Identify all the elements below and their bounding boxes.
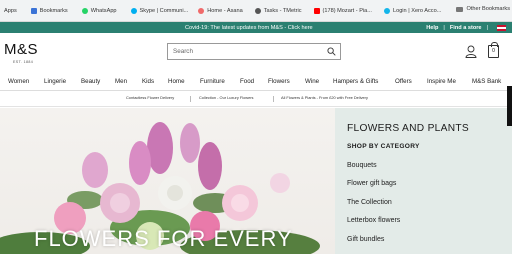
nav-item-inspire-me[interactable]: Inspire Me xyxy=(427,78,456,85)
hero-headline: FLOWERS FOR EVERY xyxy=(34,226,293,251)
nav-item-ms-bank[interactable]: M&S Bank xyxy=(472,78,501,85)
divider xyxy=(273,96,274,102)
feedback-tab[interactable] xyxy=(507,86,512,126)
bookmark-tmetric[interactable]: Tasks - TMetric xyxy=(254,7,302,14)
category-link-letterbox-flowers[interactable]: Letterbox flowers xyxy=(347,217,400,224)
nav-item-furniture[interactable]: Furniture xyxy=(200,78,225,85)
bag-count: 0 xyxy=(492,48,495,54)
divider xyxy=(190,96,191,102)
skype-icon xyxy=(130,7,137,14)
bookmark-asana[interactable]: Home - Asana xyxy=(198,7,243,14)
uk-flag-icon[interactable] xyxy=(497,24,506,31)
star-icon xyxy=(30,7,37,14)
nav-item-hampers-gifts[interactable]: Hampers & Gifts xyxy=(333,78,378,85)
nav-item-kids[interactable]: Kids xyxy=(142,78,154,85)
divider: | xyxy=(443,24,445,31)
youtube-icon xyxy=(313,7,320,14)
ms-logo[interactable]: M&S xyxy=(4,41,38,58)
find-store-link[interactable]: Find a store xyxy=(450,25,482,31)
bookmark-label: Tasks - TMetric xyxy=(263,7,302,14)
search-icon[interactable] xyxy=(327,47,336,56)
bookmark-label: WhatsApp xyxy=(90,7,117,14)
nav-item-wine[interactable]: Wine xyxy=(305,78,319,85)
folder-icon xyxy=(456,6,464,12)
help-link[interactable]: Help xyxy=(426,25,438,31)
xero-icon xyxy=(383,7,390,14)
shopping-bag-icon[interactable]: 0 xyxy=(488,42,499,58)
logo-established: EST. 1884 xyxy=(13,60,34,64)
nav-item-women[interactable]: Women xyxy=(8,78,29,85)
divider xyxy=(0,106,512,107)
panel-title: FLOWERS AND PLANTS xyxy=(347,123,470,134)
promo-link-all-flowers[interactable]: All Flowers & Plants - From £20 with Fre… xyxy=(281,95,368,100)
nav-item-flowers[interactable]: Flowers xyxy=(268,78,290,85)
search-placeholder: Search xyxy=(173,48,193,55)
covid-banner: Covid-19: The latest updates from M&S - … xyxy=(0,22,512,33)
whatsapp-icon xyxy=(81,7,88,14)
promo-subnav: Contactless Flower Delivery Collection -… xyxy=(0,95,512,104)
bookmark-label: Skype | Communi... xyxy=(139,7,189,14)
bookmark-bookmarks[interactable]: Bookmarks xyxy=(30,7,68,14)
asana-icon xyxy=(198,7,205,14)
nav-item-men[interactable]: Men xyxy=(115,78,127,85)
bookmark-label: Home - Asana xyxy=(207,7,243,14)
divider xyxy=(0,90,512,91)
bookmark-label: Login | Xero Acco... xyxy=(392,7,442,14)
promo-link-contactless[interactable]: Contactless Flower Delivery xyxy=(126,95,174,100)
category-link-flower-gift-bags[interactable]: Flower gift bags xyxy=(347,180,396,187)
bookmark-label: (178) Mozart - Pia... xyxy=(322,7,372,14)
tmetric-icon xyxy=(254,7,261,14)
nav-item-home[interactable]: Home xyxy=(168,78,185,85)
bookmark-skype[interactable]: Skype | Communi... xyxy=(130,7,189,14)
category-link-gift-bundles[interactable]: Gift bundles xyxy=(347,236,384,243)
bookmark-apps[interactable]: Apps xyxy=(4,8,17,14)
nav-item-lingerie[interactable]: Lingerie xyxy=(44,78,66,85)
main-nav: Women Lingerie Beauty Men Kids Home Furn… xyxy=(0,75,512,88)
account-icon[interactable] xyxy=(465,45,477,58)
bookmark-label: Bookmarks xyxy=(39,7,68,14)
divider: | xyxy=(486,24,488,31)
bookmarks-bar: Apps Bookmarks WhatsApp Skype | Communi.… xyxy=(0,0,512,22)
bookmark-youtube[interactable]: (178) Mozart - Pia... xyxy=(313,7,372,14)
bookmark-label: Other Bookmarks xyxy=(466,6,510,12)
bookmark-other[interactable]: Other Bookmarks xyxy=(456,6,510,12)
bookmark-label: Apps xyxy=(4,7,17,14)
nav-item-offers[interactable]: Offers xyxy=(395,78,412,85)
promo-link-collection[interactable]: Collection - Our Luxury Flowers xyxy=(199,95,254,100)
bookmark-whatsapp[interactable]: WhatsApp xyxy=(81,7,117,14)
search-input[interactable]: Search xyxy=(167,43,341,60)
category-link-the-collection[interactable]: The Collection xyxy=(347,199,392,206)
panel-subtitle: SHOP BY CATEGORY xyxy=(347,143,420,150)
bookmark-xero[interactable]: Login | Xero Acco... xyxy=(383,7,442,14)
nav-item-beauty[interactable]: Beauty xyxy=(81,78,100,85)
utility-links: Help | Find a store | xyxy=(426,24,506,31)
nav-item-food[interactable]: Food xyxy=(240,78,254,85)
covid-banner-link[interactable]: Covid-19: The latest updates from M&S - … xyxy=(185,25,313,31)
category-link-bouquets[interactable]: Bouquets xyxy=(347,162,377,169)
